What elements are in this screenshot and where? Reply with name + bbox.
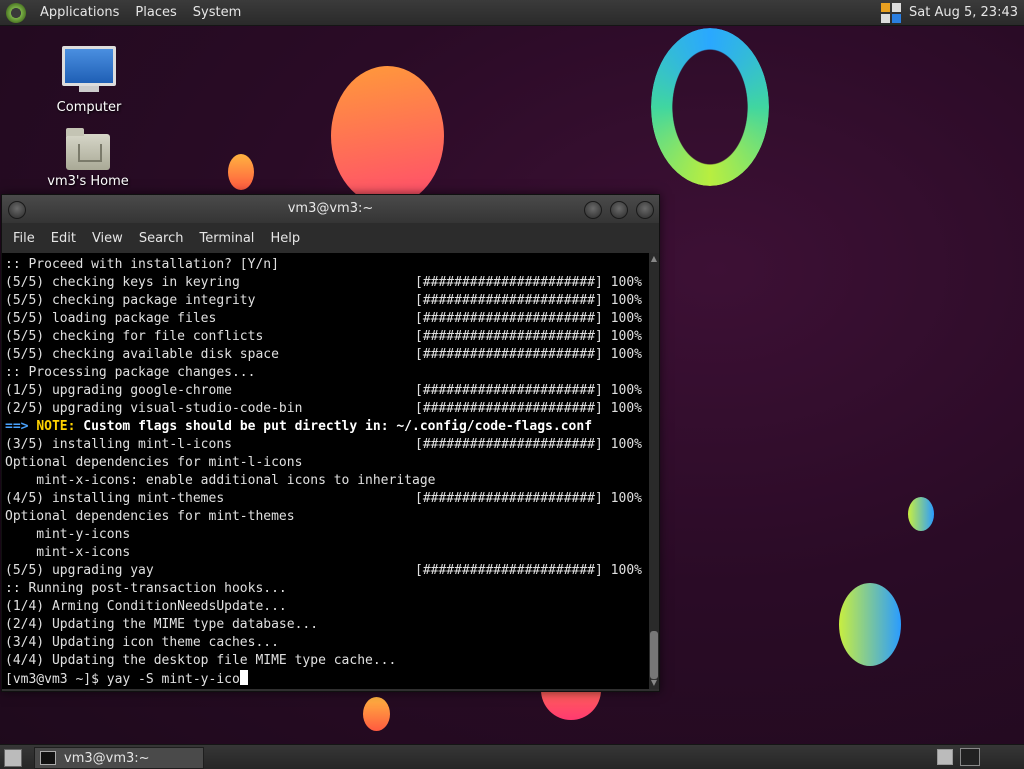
terminal-line: ==> NOTE: Custom flags should be put dir…: [5, 419, 593, 434]
taskbar-label: vm3@vm3:~: [64, 750, 150, 766]
terminal-line: (1/4) Arming ConditionNeedsUpdate...: [5, 599, 287, 614]
taskbar-terminal-button[interactable]: vm3@vm3:~: [34, 747, 204, 769]
terminal-line: (5/5) checking package integrity [#######…: [5, 293, 642, 308]
bottom-panel: vm3@vm3:~: [0, 744, 1024, 769]
clock[interactable]: Sat Aug 5, 23:43: [909, 5, 1018, 20]
terminal-line: (2/4) Updating the MIME type database...: [5, 617, 319, 632]
desktop-icon-label: vm3's Home: [47, 174, 129, 189]
terminal-line: Optional dependencies for mint-l-icons: [5, 455, 303, 470]
menu-places[interactable]: Places: [127, 5, 184, 20]
terminal-line: (1/5) upgrading google-chrome [##########…: [5, 383, 642, 398]
system-tray: Sat Aug 5, 23:43: [881, 0, 1018, 25]
scroll-down-icon[interactable]: ▼: [650, 679, 658, 687]
home-folder-icon: [66, 128, 110, 170]
scrollbar-thumb[interactable]: [650, 631, 658, 679]
wallpaper-small-orange-dot: [228, 154, 254, 190]
menu-view[interactable]: View: [84, 231, 131, 246]
terminal-line: (5/5) loading package files [############…: [5, 311, 642, 326]
terminal-line: mint-x-icons: enable additional icons to…: [5, 473, 436, 488]
menu-terminal[interactable]: Terminal: [191, 231, 262, 246]
menu-system[interactable]: System: [185, 5, 249, 20]
prompt: [vm3@vm3 ~]$: [5, 672, 107, 687]
terminal-line: (5/5) checking available disk space [####…: [5, 347, 642, 362]
wallpaper-small-green-blue-dot: [908, 497, 934, 531]
window-title: vm3@vm3:~: [287, 201, 374, 216]
menu-search[interactable]: Search: [131, 231, 192, 246]
maximize-button[interactable]: [610, 201, 628, 219]
wallpaper-green-blue-blob: [839, 583, 901, 666]
close-button[interactable]: [636, 201, 654, 219]
terminal-line: Optional dependencies for mint-themes: [5, 509, 295, 524]
desktop-icon-computer[interactable]: Computer: [39, 46, 139, 115]
workspace-1-icon[interactable]: [937, 749, 953, 765]
terminal-line: (4/4) Updating the desktop file MIME typ…: [5, 653, 397, 668]
top-panel: Applications Places System Sat Aug 5, 23…: [0, 0, 1024, 26]
trash-terminal-icon[interactable]: [960, 748, 980, 766]
menu-file[interactable]: File: [5, 231, 43, 246]
command-input: yay -S mint-y-ico: [106, 672, 240, 687]
terminal-line: :: Processing package changes...: [5, 365, 256, 380]
menu-help[interactable]: Help: [262, 231, 308, 246]
terminal-lines: :: Proceed with installation? [Y/n](5/5)…: [2, 253, 649, 688]
terminal-line: mint-x-icons: [5, 545, 131, 560]
computer-icon: [62, 46, 116, 92]
text-cursor: [239, 670, 248, 685]
terminal-prompt-line[interactable]: [vm3@vm3 ~]$ yay -S mint-y-ico: [5, 670, 649, 688]
wallpaper-gradient-ring: [651, 28, 769, 186]
terminal-line: :: Proceed with installation? [Y/n]: [5, 257, 279, 272]
minimize-button[interactable]: [584, 201, 602, 219]
terminal-window: vm3@vm3:~ File Edit View Search Terminal…: [1, 194, 660, 692]
menu-edit[interactable]: Edit: [43, 231, 84, 246]
terminal-output[interactable]: :: Proceed with installation? [Y/n](5/5)…: [2, 253, 649, 689]
terminal-line: (5/5) upgrading yay [####################…: [5, 563, 642, 578]
terminal-line: (3/4) Updating icon theme caches...: [5, 635, 279, 650]
wallpaper-small-orange-dot-bottom: [363, 697, 390, 731]
menu-applications[interactable]: Applications: [32, 5, 127, 20]
terminal-scrollbar[interactable]: ▲ ▼: [649, 253, 659, 689]
tray-status-icon[interactable]: [881, 2, 902, 23]
terminal-line: (5/5) checking for file conflicts [######…: [5, 329, 642, 344]
terminal-line: :: Running post-transaction hooks...: [5, 581, 287, 596]
scroll-up-icon[interactable]: ▲: [650, 255, 658, 263]
mate-menu-icon[interactable]: [6, 2, 26, 23]
wallpaper-orange-blob: [331, 66, 444, 206]
terminal-menubar: File Edit View Search Terminal Help: [2, 223, 659, 253]
terminal-line: mint-y-icons: [5, 527, 131, 542]
terminal-icon: [40, 751, 56, 765]
terminal-titlebar[interactable]: vm3@vm3:~: [2, 195, 659, 223]
show-desktop-icon[interactable]: [4, 749, 22, 767]
terminal-line: (4/5) installing mint-themes [###########…: [5, 491, 642, 506]
terminal-line: (2/5) upgrading visual-studio-code-bin [#…: [5, 401, 642, 416]
desktop-icon-label: Computer: [56, 100, 122, 115]
desktop-icon-home[interactable]: vm3's Home: [38, 128, 138, 189]
terminal-line: (3/5) installing mint-l-icons [##########…: [5, 437, 642, 452]
terminal-line: (5/5) checking keys in keyring [#########…: [5, 275, 642, 290]
